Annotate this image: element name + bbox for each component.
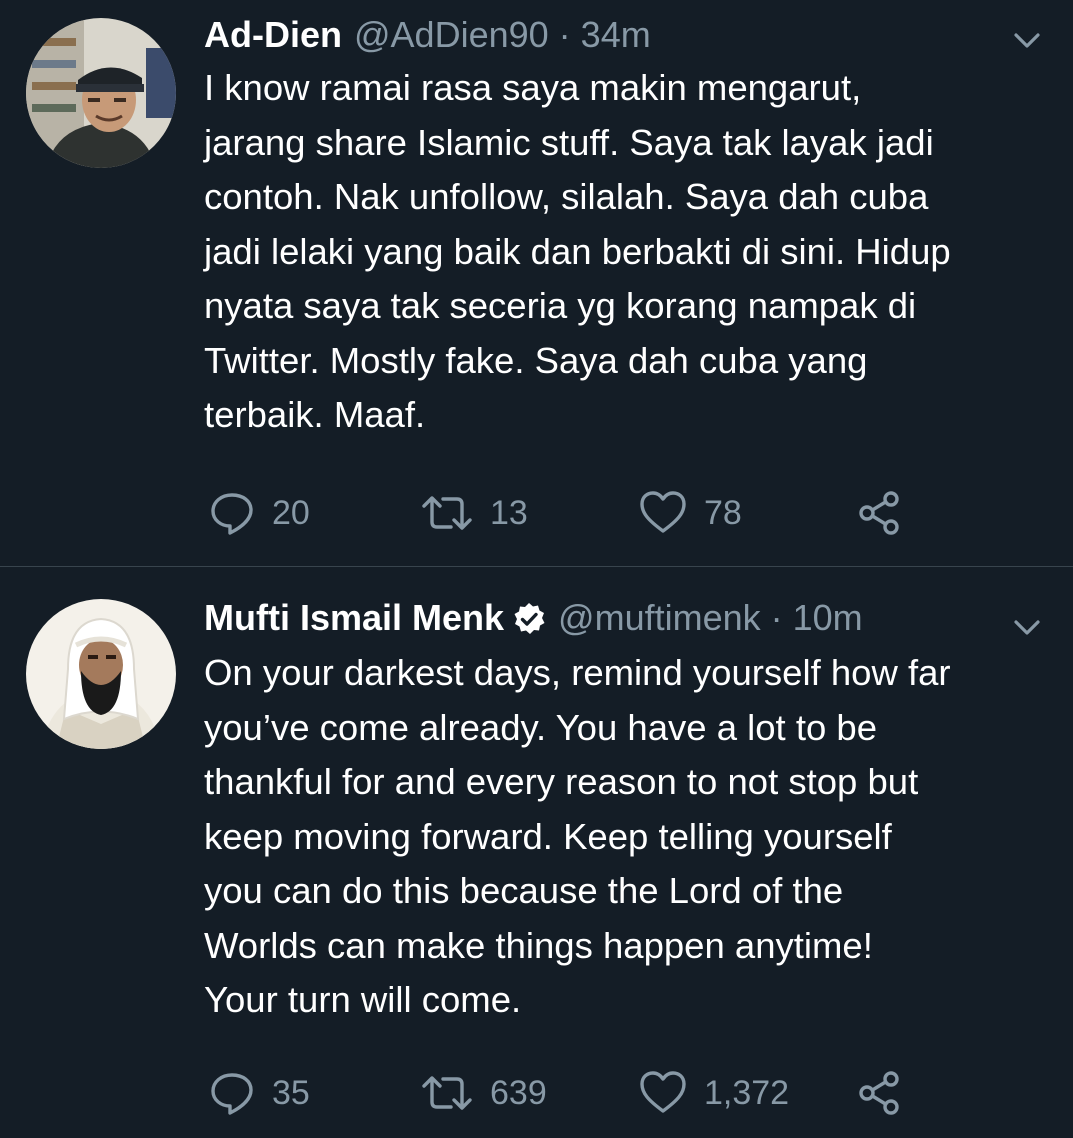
tweet[interactable]: Mufti Ismail Menk @muftimenk · 10m On yo… <box>0 567 1073 1138</box>
retweet-button[interactable]: 13 <box>420 488 528 538</box>
like-count: 1,372 <box>704 1073 790 1112</box>
display-name[interactable]: Mufti Ismail Menk <box>204 595 504 641</box>
reply-button[interactable]: 35 <box>208 1068 310 1118</box>
heart-icon <box>638 489 688 537</box>
share-button[interactable] <box>856 488 904 538</box>
tweet-header: Ad-Dien @AdDien90 · 34m <box>204 12 651 58</box>
like-count: 78 <box>704 493 742 532</box>
action-bar: 35 639 1,372 <box>0 1068 1073 1118</box>
verified-badge-icon <box>512 601 546 635</box>
retweet-icon <box>420 489 474 537</box>
separator-dot: · <box>770 597 783 638</box>
share-icon <box>856 489 904 537</box>
chevron-down-icon[interactable] <box>1011 611 1043 643</box>
user-handle[interactable]: @AdDien90 <box>354 12 549 58</box>
chevron-down-icon[interactable] <box>1011 24 1043 56</box>
retweet-icon <box>420 1069 474 1117</box>
like-button[interactable]: 1,372 <box>638 1068 789 1118</box>
user-handle[interactable]: @muftimenk <box>558 595 761 641</box>
avatar[interactable] <box>26 18 176 168</box>
tweet-text: On your darkest days, remind yourself ho… <box>204 652 951 1020</box>
retweet-button[interactable]: 639 <box>420 1068 547 1118</box>
like-button[interactable]: 78 <box>638 488 742 538</box>
action-bar: 20 13 78 <box>0 488 1073 538</box>
heart-icon <box>638 1069 688 1117</box>
reply-icon <box>208 1069 256 1117</box>
avatar[interactable] <box>26 599 176 749</box>
timestamp[interactable]: 34m <box>581 12 651 58</box>
tweet[interactable]: Ad-Dien @AdDien90 · 34m I know ramai ras… <box>0 0 1073 567</box>
share-icon <box>856 1069 904 1117</box>
reply-count: 20 <box>272 493 310 532</box>
retweet-count: 639 <box>490 1073 547 1112</box>
separator-dot: · <box>558 14 571 55</box>
timestamp[interactable]: 10m <box>793 595 863 641</box>
tweet-header: Mufti Ismail Menk @muftimenk · 10m <box>204 595 863 641</box>
tweet-text: I know ramai rasa saya makin mengarut, j… <box>204 67 951 435</box>
reply-icon <box>208 489 256 537</box>
retweet-count: 13 <box>490 493 528 532</box>
share-button[interactable] <box>856 1068 904 1118</box>
reply-button[interactable]: 20 <box>208 488 310 538</box>
reply-count: 35 <box>272 1073 310 1112</box>
display-name[interactable]: Ad-Dien <box>204 12 342 58</box>
